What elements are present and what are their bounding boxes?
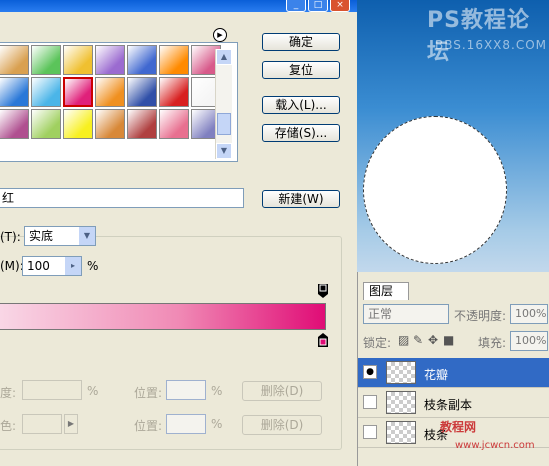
circle-selection[interactable] xyxy=(363,116,507,264)
color-label: 色: xyxy=(0,419,17,433)
gradient-preset-swatch[interactable] xyxy=(159,77,189,107)
color-menu-icon: ▶ xyxy=(64,414,78,434)
smoothness-input[interactable]: 100 ▸ xyxy=(22,256,82,276)
gradient-preset-swatch[interactable] xyxy=(127,45,157,75)
gradient-preset-swatch[interactable] xyxy=(0,45,29,75)
opacity-stop-icon[interactable] xyxy=(318,284,328,298)
new-button[interactable]: 新建(W) xyxy=(262,190,340,208)
site-watermark-name: 教程网 xyxy=(440,420,477,434)
gradient-preset-swatch[interactable] xyxy=(31,109,61,139)
chevron-down-icon: ▼ xyxy=(78,227,95,245)
gradient-preset-swatch[interactable] xyxy=(95,77,125,107)
opacity-label: 度: xyxy=(0,386,17,400)
layer-name: 花瓣 xyxy=(424,368,449,382)
save-button[interactable]: 存储(S)... xyxy=(262,124,340,142)
gradient-preset-swatch[interactable] xyxy=(63,77,93,107)
scroll-thumb[interactable] xyxy=(217,113,231,135)
layer-row-petal[interactable]: ● 花瓣 xyxy=(358,358,549,388)
gradient-preset-swatch[interactable] xyxy=(63,109,93,139)
opacity-location-field xyxy=(166,380,206,400)
maximize-icon[interactable]: □ xyxy=(308,0,328,12)
layer-thumbnail xyxy=(386,391,416,414)
presets-panel: ▲ ▼ xyxy=(0,42,238,162)
fill-field[interactable]: 100% xyxy=(510,331,548,351)
layer-name: 枝条副本 xyxy=(424,398,473,412)
opacity-location-label: 位置: xyxy=(134,386,163,400)
lock-all-icon[interactable]: ■ xyxy=(443,333,454,347)
smoothness-unit: % xyxy=(87,259,99,273)
color-location-unit: % xyxy=(211,417,223,431)
eye-icon[interactable]: ● xyxy=(363,365,377,379)
gradient-editor-dialog: _ □ × ▶ ▲ ▼ 确定 复位 载入(L)... 存储(S)... 红 新建… xyxy=(0,0,357,466)
gradient-preset-swatch[interactable] xyxy=(63,45,93,75)
gradient-preset-swatch[interactable] xyxy=(159,45,189,75)
fill-label: 填充: xyxy=(478,336,507,350)
color-location-label: 位置: xyxy=(134,419,163,433)
visibility-toggle[interactable] xyxy=(363,425,377,439)
scroll-up-icon[interactable]: ▲ xyxy=(216,49,232,65)
canvas-watermark-url: BBS.16XX8.COM xyxy=(435,38,548,52)
close-icon[interactable]: × xyxy=(330,0,350,12)
delete-opacity-stop-button: 删除(D) xyxy=(242,381,322,401)
gradient-preset-swatch[interactable] xyxy=(127,109,157,139)
visibility-toggle[interactable] xyxy=(363,395,377,409)
gradient-preset-swatch[interactable] xyxy=(31,77,61,107)
lock-label: 锁定: xyxy=(363,336,392,350)
layer-opacity-value: 100% xyxy=(515,307,547,320)
load-button[interactable]: 载入(L)... xyxy=(262,96,340,114)
lock-transparent-icon[interactable]: ▨ xyxy=(398,333,409,347)
fill-value: 100% xyxy=(515,334,547,347)
gradient-preset-swatch[interactable] xyxy=(159,109,189,139)
layers-tab-label: 图层 xyxy=(369,284,394,298)
lock-move-icon[interactable]: ✥ xyxy=(428,333,438,347)
presets-menu-icon[interactable]: ▶ xyxy=(213,28,227,42)
layers-panel: 图层 × 正常 不透明度: 100% 锁定: ▨ ✎ ✥ ■ 填充: 100% … xyxy=(357,272,549,466)
presets-scrollbar[interactable]: ▲ ▼ xyxy=(215,49,232,159)
gradient-name-input[interactable]: 红 xyxy=(0,188,244,208)
canvas-watermark-title: PS教程论坛 xyxy=(427,8,530,65)
blend-mode-value: 正常 xyxy=(368,307,393,321)
gradient-type-select[interactable]: 实底 ▼ xyxy=(24,226,96,246)
blend-mode-select[interactable]: 正常 xyxy=(363,304,449,324)
stop-color-swatch xyxy=(22,414,62,434)
layer-opacity-label: 不透明度: xyxy=(454,309,507,323)
color-stop-icon[interactable] xyxy=(318,333,328,347)
gradient-preset-swatch[interactable] xyxy=(127,77,157,107)
delete-color-stop-button: 删除(D) xyxy=(242,415,322,435)
layer-thumbnail xyxy=(386,361,416,384)
gradient-preset-swatch[interactable] xyxy=(95,45,125,75)
slider-arrow-icon[interactable]: ▸ xyxy=(64,257,81,275)
minimize-icon[interactable]: _ xyxy=(286,0,306,12)
gradient-type-label: (T): xyxy=(0,230,21,244)
gradient-preview-bar[interactable] xyxy=(0,303,326,330)
gradient-preset-swatch[interactable] xyxy=(31,45,61,75)
color-location-field xyxy=(166,414,206,434)
gradient-preset-swatch[interactable] xyxy=(0,109,29,139)
smoothness-value: 100 xyxy=(27,259,50,273)
opacity-location-unit: % xyxy=(211,384,223,398)
layer-opacity-field[interactable]: 100% xyxy=(510,304,548,324)
layer-thumbnail xyxy=(386,421,416,444)
document-canvas[interactable]: PS教程论坛 BBS.16XX8.COM xyxy=(357,0,549,272)
layers-tab[interactable]: 图层 × xyxy=(363,282,409,314)
smoothness-label: (M): xyxy=(0,259,24,273)
title-bar: _ □ × xyxy=(0,0,357,12)
stop-opacity-field xyxy=(22,380,82,400)
layer-row-branch-copy[interactable]: 枝条副本 xyxy=(358,388,549,418)
ok-button[interactable]: 确定 xyxy=(262,33,340,51)
gradient-preset-swatch[interactable] xyxy=(0,77,29,107)
site-watermark-url: www.jcwcn.com xyxy=(455,440,535,451)
gradient-type-value: 实底 xyxy=(29,229,54,243)
gradient-preset-swatch[interactable] xyxy=(95,109,125,139)
reset-button[interactable]: 复位 xyxy=(262,61,340,79)
lock-brush-icon[interactable]: ✎ xyxy=(413,333,423,347)
scroll-down-icon[interactable]: ▼ xyxy=(216,143,232,159)
opacity-unit: % xyxy=(87,384,99,398)
